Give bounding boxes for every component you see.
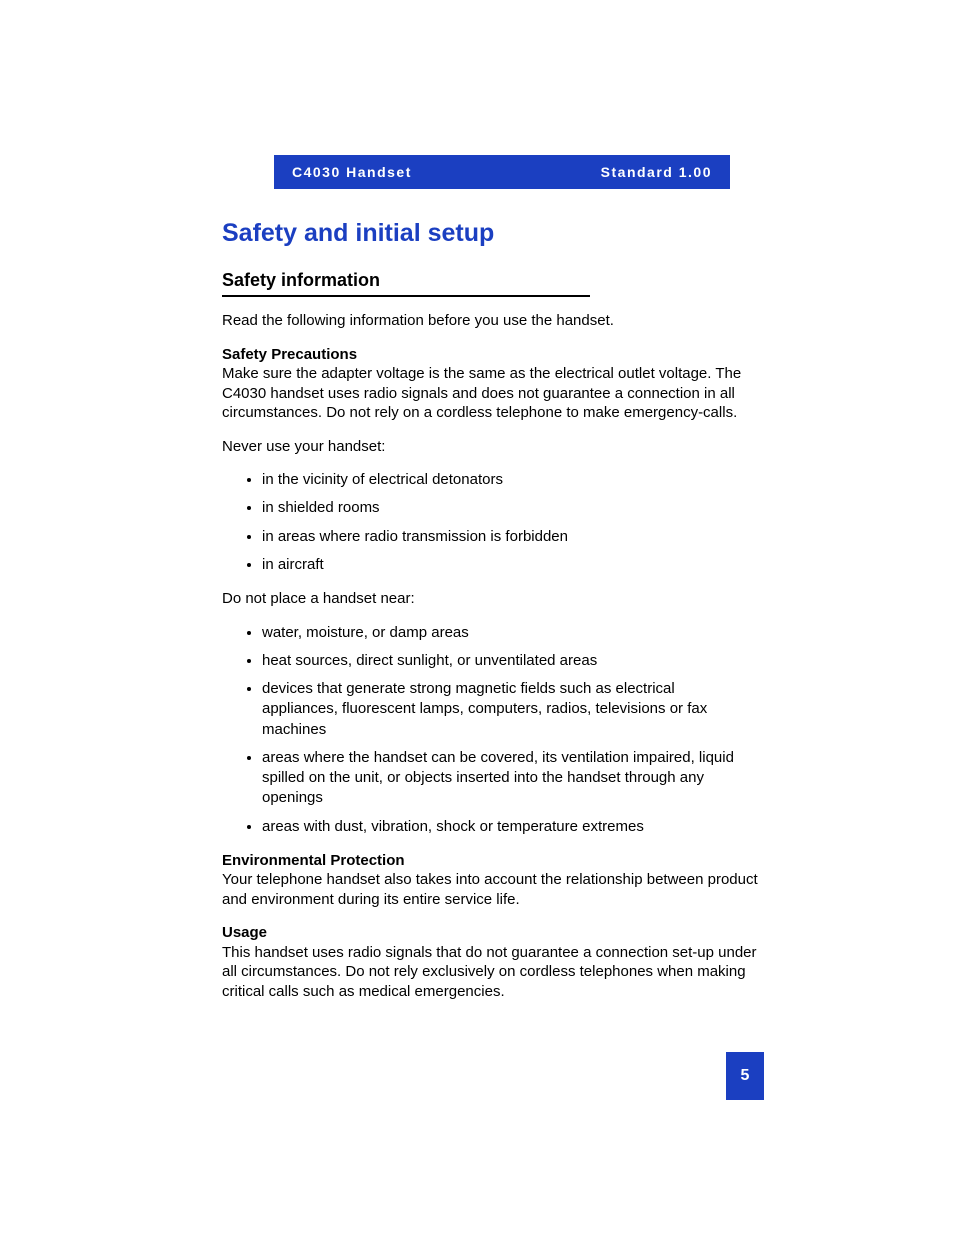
safety-precautions-text: Make sure the adapter voltage is the sam…	[222, 364, 764, 423]
usage-text: This handset uses radio signals that do …	[222, 943, 764, 1002]
list-item: water, moisture, or damp areas	[262, 623, 764, 643]
banner-left: C4030 Handset	[292, 164, 412, 180]
list-item: in shielded rooms	[262, 498, 764, 518]
intro-paragraph: Read the following information before yo…	[222, 311, 764, 331]
do-not-place-list: water, moisture, or damp areas heat sour…	[222, 623, 764, 837]
list-item: in aircraft	[262, 555, 764, 575]
list-item: in the vicinity of electrical detonators	[262, 470, 764, 490]
list-item: areas with dust, vibration, shock or tem…	[262, 817, 764, 837]
header-banner: C4030 Handset Standard 1.00	[274, 155, 730, 189]
never-use-intro: Never use your handset:	[222, 437, 764, 457]
safety-precautions-heading: Safety Precautions	[222, 345, 764, 365]
usage-heading: Usage	[222, 923, 764, 943]
list-item: areas where the handset can be covered, …	[262, 748, 764, 809]
section-title: Safety information	[222, 270, 764, 291]
chapter-title: Safety and initial setup	[222, 219, 764, 248]
env-protection-heading: Environmental Protection	[222, 851, 764, 871]
do-not-place-intro: Do not place a handset near:	[222, 589, 764, 609]
document-page: C4030 Handset Standard 1.00 Safety and i…	[0, 0, 954, 1235]
never-use-list: in the vicinity of electrical detonators…	[222, 470, 764, 575]
env-protection-text: Your telephone handset also takes into a…	[222, 870, 764, 909]
section-rule	[222, 295, 590, 297]
banner-right: Standard 1.00	[601, 164, 712, 180]
list-item: heat sources, direct sunlight, or unvent…	[262, 651, 764, 671]
list-item: devices that generate strong magnetic fi…	[262, 679, 764, 740]
list-item: in areas where radio transmission is for…	[262, 527, 764, 547]
page-number: 5	[726, 1052, 764, 1100]
